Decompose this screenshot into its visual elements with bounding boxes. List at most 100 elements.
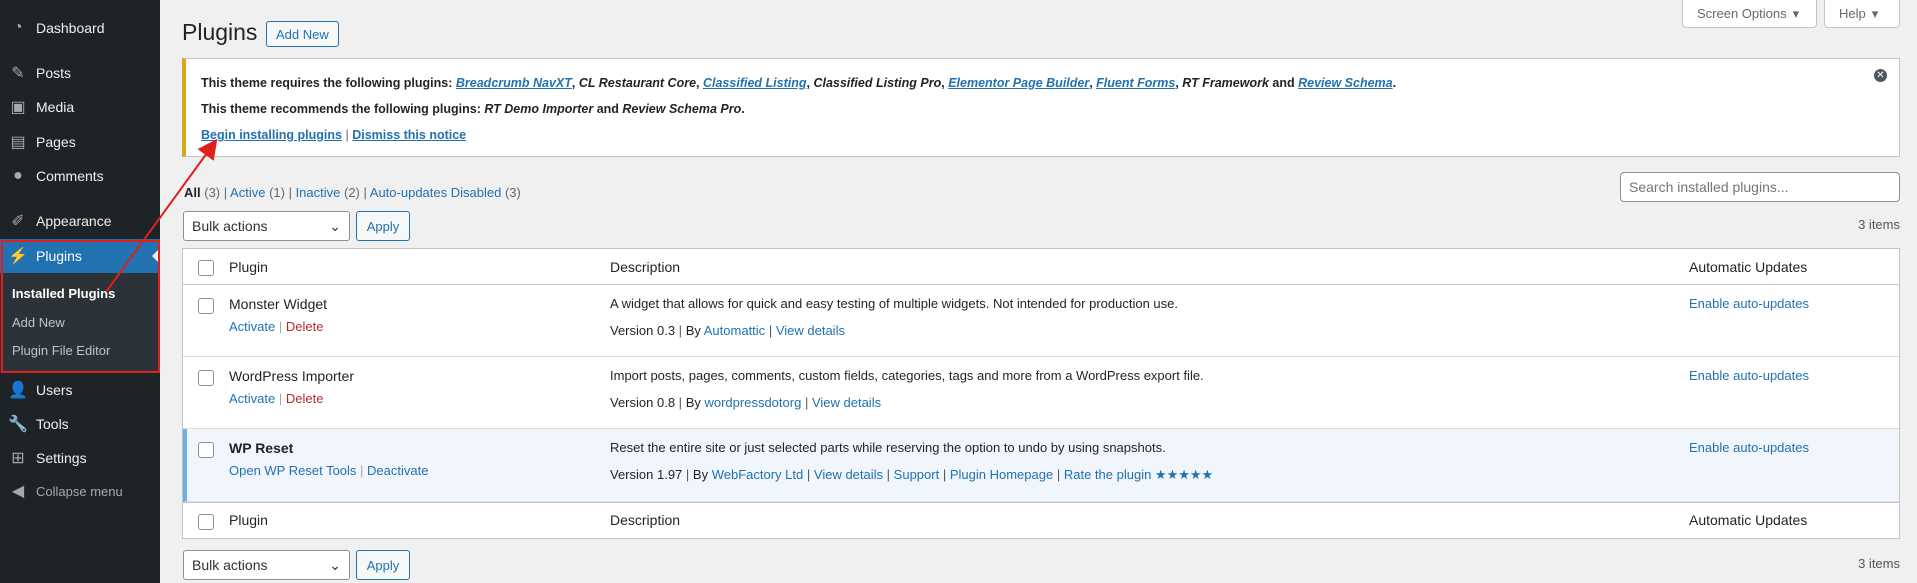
recommended-plugins-line: This theme recommends the following plug… [201, 102, 745, 116]
table-row: Monster Widget Activate | Delete A widge… [183, 285, 1899, 357]
begin-installing-link[interactable]: Begin installing plugins [201, 128, 342, 142]
filter-auto-updates-disabled[interactable]: Auto-updates Disabled [370, 185, 502, 200]
plugin-name: WP Reset [229, 440, 294, 456]
select-all-checkbox[interactable] [198, 260, 214, 276]
submenu-add-new[interactable]: Add New [12, 315, 65, 330]
plugin-status-filters: All (3) | Active (1) | Inactive (2) | Au… [184, 185, 521, 200]
dashboard-icon: ◔ [13, 19, 23, 36]
pages-icon: ▤ [10, 134, 26, 151]
plugin-homepage-link[interactable]: Plugin Homepage [950, 467, 1053, 482]
plugin-icon: ⚡ [8, 248, 28, 265]
admin-sidebar: ◔ Dashboard ✎ Posts ▣ Media ▤ Pages ● Co… [0, 0, 160, 583]
plugin-description: Reset the entire site or just selected p… [610, 440, 1166, 455]
column-description: Description [610, 259, 681, 275]
chevron-down-icon: ⌄ [329, 556, 341, 573]
required-plugin-name: CL Restaurant Core [578, 76, 697, 90]
and-text: and [596, 102, 619, 116]
enable-auto-updates-link[interactable]: Enable auto-updates [1689, 296, 1809, 311]
by-text: By [692, 467, 709, 482]
column-plugin: Plugin [229, 259, 268, 275]
menu-media-label: Media [36, 99, 75, 115]
by-text: By [685, 395, 701, 410]
submenu-plugin-file-editor[interactable]: Plugin File Editor [12, 343, 110, 358]
screen-options-label: Screen Options [1697, 6, 1787, 21]
support-link[interactable]: Support [894, 467, 940, 482]
chevron-down-icon: ▾ [1792, 5, 1800, 21]
author-link[interactable]: wordpressdotorg [704, 395, 801, 410]
enable-auto-updates-link[interactable]: Enable auto-updates [1689, 368, 1809, 383]
menu-appearance-label: Appearance [36, 213, 112, 229]
row-actions: Activate | Delete [229, 319, 324, 334]
plugin-notice: This theme requires the following plugin… [182, 58, 1900, 157]
menu-plugins[interactable]: ⚡ Plugins [0, 239, 160, 273]
required-plugin-name: RT Framework [1182, 76, 1269, 90]
open-wp-reset-tools-link[interactable]: Open WP Reset Tools [229, 463, 356, 478]
row-checkbox[interactable] [198, 442, 214, 458]
submenu-installed-plugins[interactable]: Installed Plugins [12, 286, 115, 301]
plugin-version: Version 1.97 [610, 467, 683, 482]
column-automatic-updates: Automatic Updates [1689, 259, 1808, 275]
search-plugins-input[interactable] [1620, 172, 1900, 202]
row-checkbox[interactable] [198, 298, 214, 314]
rate-plugin-link[interactable]: Rate the plugin ★★★★★ [1064, 467, 1213, 482]
required-plugin-link[interactable]: Breadcrumb NavXT [456, 76, 572, 90]
row-actions: Activate | Delete [229, 391, 324, 406]
activate-link[interactable]: Activate [229, 319, 275, 334]
collapse-icon: ◀ [11, 483, 25, 500]
view-details-link[interactable]: View details [814, 467, 883, 482]
delete-link[interactable]: Delete [286, 391, 324, 406]
menu-posts-label: Posts [36, 65, 72, 81]
by-text: By [685, 323, 701, 338]
apply-button[interactable]: Apply [356, 211, 410, 241]
author-link[interactable]: WebFactory Ltd [712, 467, 804, 482]
required-plugin-link[interactable]: Classified Listing [703, 76, 807, 90]
help-button[interactable]: Help ▾ [1824, 0, 1900, 28]
column-description: Description [610, 512, 681, 528]
menu-dashboard[interactable]: ◔ Dashboard [0, 11, 160, 45]
menu-settings[interactable]: ⊞ Settings [0, 441, 160, 475]
filter-inactive[interactable]: Inactive [296, 185, 341, 200]
bulk-actions-select[interactable]: Bulk actions ⌄ [183, 211, 350, 241]
enable-auto-updates-link[interactable]: Enable auto-updates [1689, 440, 1809, 455]
requires-prefix: This theme requires the following plugin… [201, 76, 453, 90]
view-details-link[interactable]: View details [812, 395, 881, 410]
dismiss-notice-link[interactable]: Dismiss this notice [352, 128, 466, 142]
menu-appearance[interactable]: ✐ Appearance [0, 204, 160, 238]
bulk-actions-select-bottom[interactable]: Bulk actions ⌄ [183, 550, 350, 580]
author-link[interactable]: Automattic [704, 323, 765, 338]
close-icon[interactable]: ✕ [1874, 69, 1887, 82]
menu-pages[interactable]: ▤ Pages [0, 125, 160, 159]
select-all-checkbox[interactable] [198, 514, 214, 530]
menu-users[interactable]: 👤 Users [0, 373, 160, 407]
screen-options-button[interactable]: Screen Options ▾ [1682, 0, 1817, 28]
menu-posts[interactable]: ✎ Posts [0, 56, 160, 90]
deactivate-link[interactable]: Deactivate [367, 463, 428, 478]
recommended-plugin-name: RT Demo Importer [484, 102, 594, 116]
collapse-menu-button[interactable]: ◀ Collapse menu [0, 474, 160, 508]
table-header: Plugin Description Automatic Updates [183, 249, 1899, 285]
view-details-link[interactable]: View details [776, 323, 845, 338]
recommended-plugin-name: Review Schema Pro [622, 102, 742, 116]
required-plugin-link[interactable]: Fluent Forms [1096, 76, 1175, 90]
menu-tools[interactable]: 🔧 Tools [0, 407, 160, 441]
settings-icon: ⊞ [11, 450, 25, 467]
apply-button-bottom[interactable]: Apply [356, 550, 410, 580]
row-checkbox[interactable] [198, 370, 214, 386]
collapse-menu-label: Collapse menu [36, 483, 123, 499]
bulk-actions-label: Bulk actions [192, 557, 268, 573]
delete-link[interactable]: Delete [286, 319, 324, 334]
filter-active[interactable]: Active [230, 185, 265, 200]
user-icon: 👤 [8, 382, 28, 399]
plugin-description: Import posts, pages, comments, custom fi… [610, 368, 1204, 383]
table-row: WordPress Importer Activate | Delete Imp… [183, 357, 1899, 429]
activate-link[interactable]: Activate [229, 391, 275, 406]
menu-media[interactable]: ▣ Media [0, 90, 160, 124]
column-plugin: Plugin [229, 512, 268, 528]
wrench-icon: 🔧 [8, 416, 28, 433]
required-plugin-link[interactable]: Elementor Page Builder [948, 76, 1089, 90]
menu-comments[interactable]: ● Comments [0, 159, 160, 193]
required-plugin-link[interactable]: Review Schema [1298, 76, 1393, 90]
add-new-button[interactable]: Add New [266, 21, 339, 47]
filter-all[interactable]: All [184, 185, 201, 200]
filter-auto-disabled-count: (3) [504, 185, 521, 200]
